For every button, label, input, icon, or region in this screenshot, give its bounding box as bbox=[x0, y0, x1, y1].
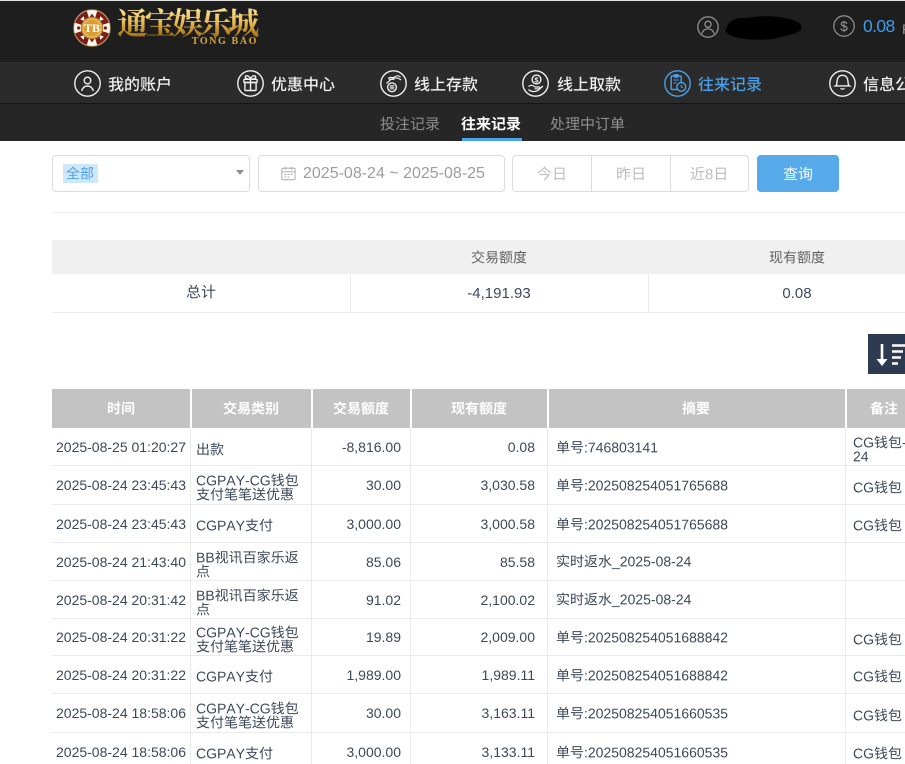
svg-text:TB: TB bbox=[84, 21, 100, 35]
svg-text:$: $ bbox=[840, 19, 848, 34]
